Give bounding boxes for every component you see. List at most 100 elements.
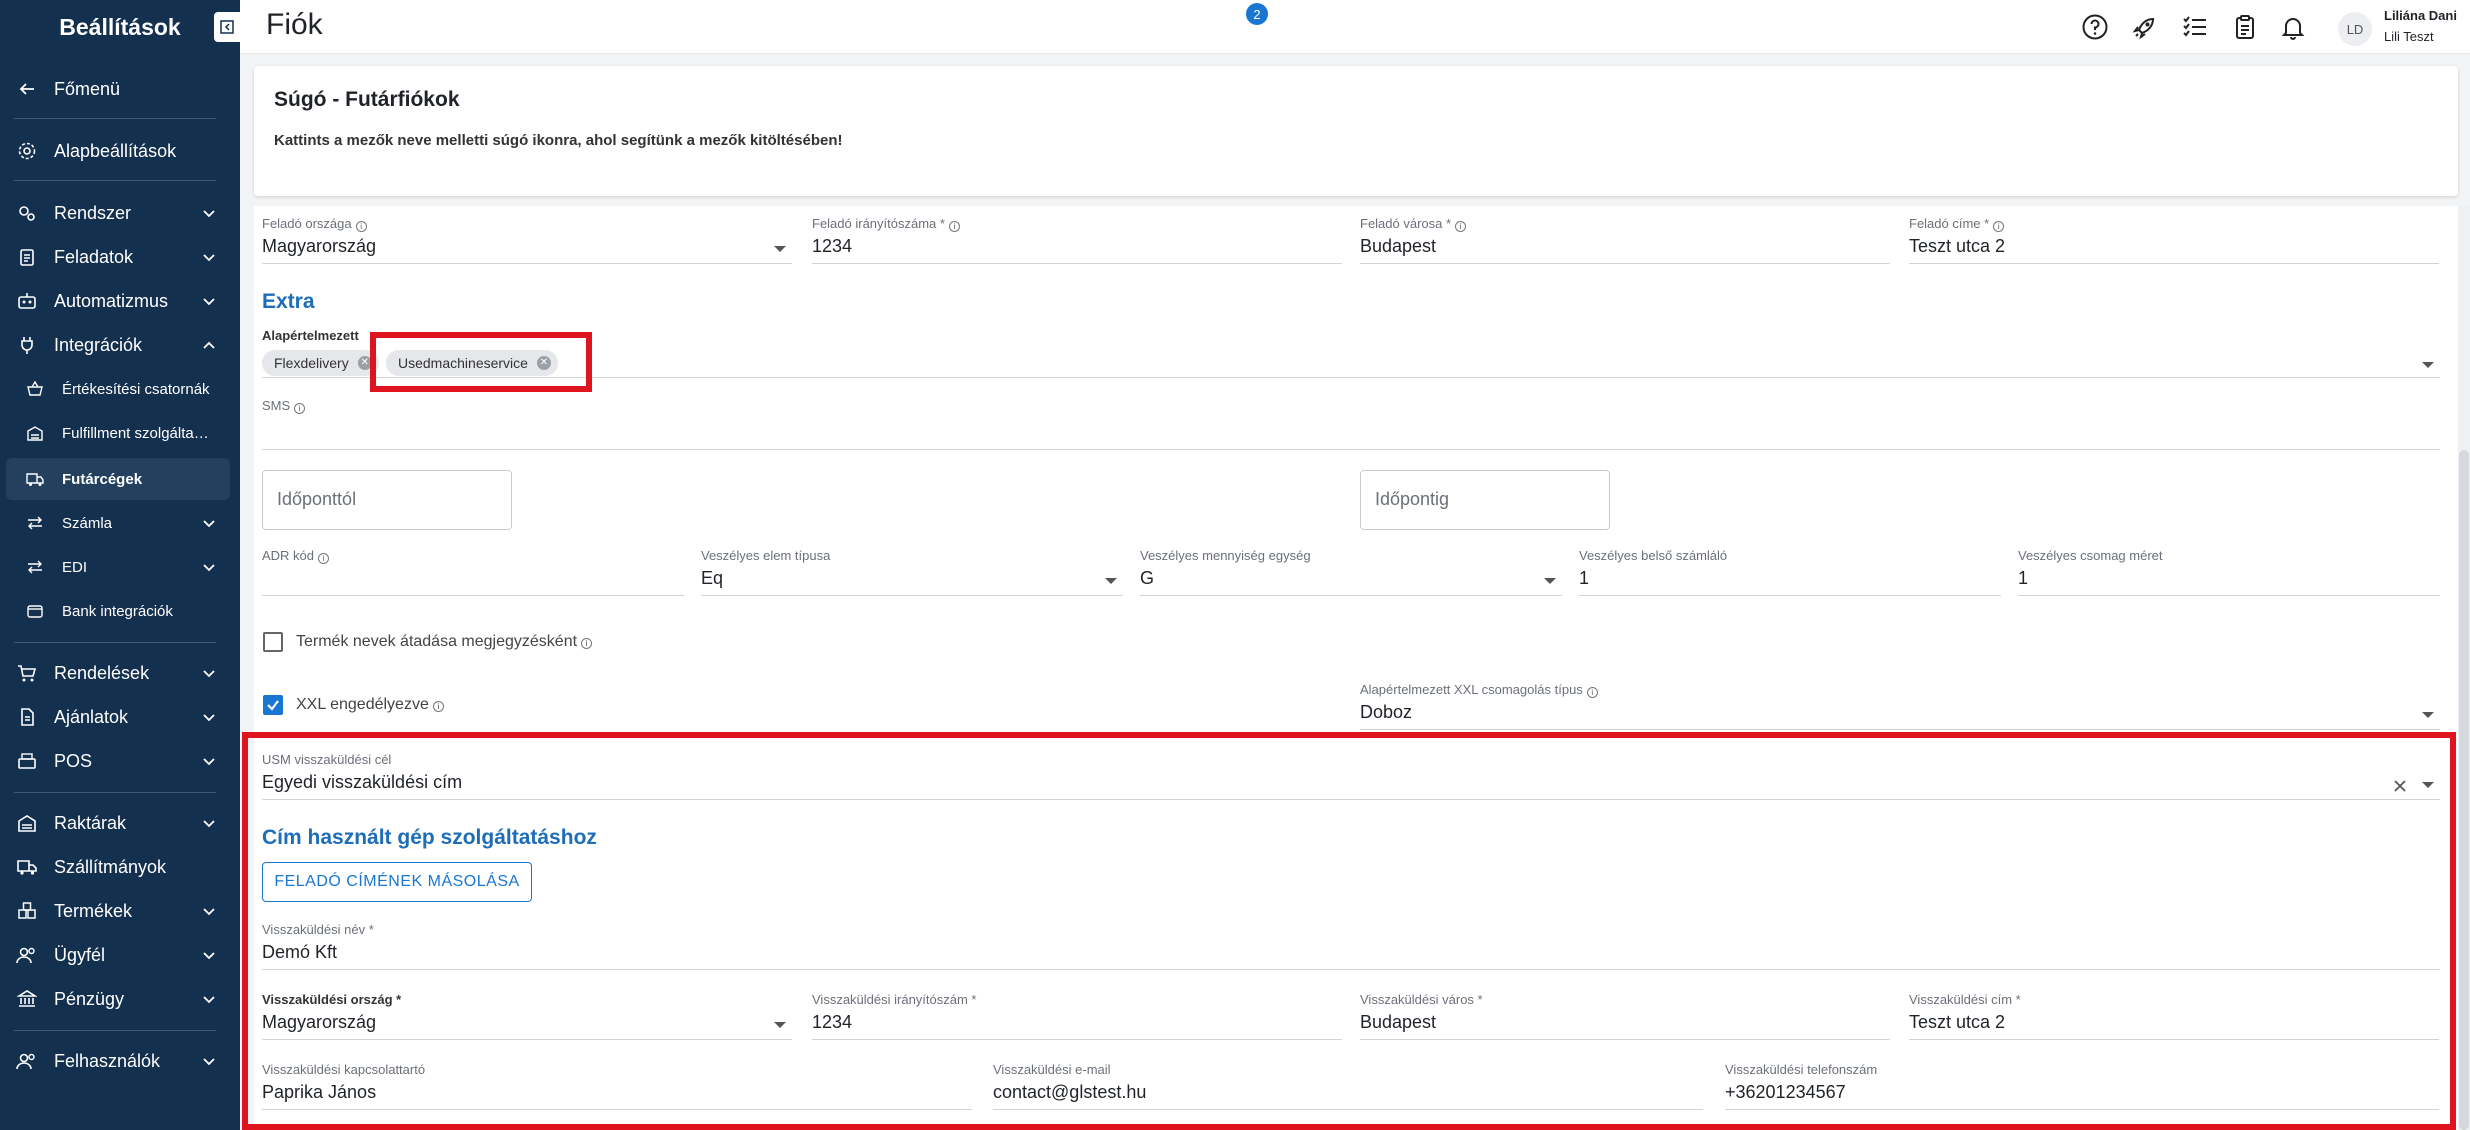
- sidebar-item-tasks[interactable]: Feladatok: [0, 242, 240, 272]
- truck-icon: [16, 856, 38, 878]
- sidebar-item-label: Számla: [62, 514, 113, 532]
- cogs-icon: [16, 202, 38, 224]
- info-icon[interactable]: i: [294, 403, 306, 414]
- dropdown-arrow-icon[interactable]: [2422, 712, 2434, 718]
- user-name: Liliána Dani: [2384, 8, 2457, 23]
- boxes-icon: [16, 900, 38, 922]
- users-icon: [16, 1050, 38, 1072]
- sidebar-item-invoice[interactable]: Számla: [0, 510, 240, 536]
- chevron-up-icon: [203, 341, 215, 349]
- info-icon[interactable]: i: [948, 221, 960, 232]
- help-card: Súgó - Futárfiókok Kattints a mezők neve…: [254, 66, 2458, 196]
- dangerous-size-field[interactable]: Veszélyes csomag méret 1: [2018, 548, 2440, 596]
- sidebar-item-warehouses[interactable]: Raktárak: [0, 808, 240, 838]
- sidebar-item-bank-integrations[interactable]: Bank integrációk: [0, 598, 240, 624]
- adr-code-field[interactable]: ADR kód i: [262, 548, 684, 596]
- sidebar-item-finance[interactable]: Pénzügy: [0, 984, 240, 1014]
- field-value: Eq: [701, 568, 724, 588]
- collapse-sidebar-icon[interactable]: [214, 12, 240, 42]
- sidebar-item-sales-channels[interactable]: Értékesítési csatornák: [0, 376, 240, 402]
- info-icon[interactable]: i: [1455, 221, 1467, 232]
- sidebar-item-automation[interactable]: Automatizmus: [0, 286, 240, 316]
- sidebar-item-offers[interactable]: Ajánlatok: [0, 702, 240, 732]
- dropdown-arrow-icon[interactable]: [774, 246, 786, 252]
- divider: [14, 642, 216, 643]
- time-from-input[interactable]: Időponttól: [262, 470, 512, 530]
- rocket-icon[interactable]: [2130, 12, 2160, 42]
- arrow-left-icon: [16, 78, 38, 100]
- chevron-down-icon: [203, 564, 215, 572]
- dropdown-arrow-icon[interactable]: [1105, 578, 1117, 584]
- sidebar-item-label: Szállítmányok: [54, 856, 167, 877]
- scrollbar-thumb[interactable]: [2459, 450, 2469, 1130]
- robot-icon: [16, 290, 38, 312]
- sidebar-item-label: Rendszer: [54, 202, 132, 223]
- chevron-down-icon: [203, 254, 215, 262]
- highlight-box: [370, 332, 592, 392]
- gear-icon: [16, 140, 38, 162]
- sender-country-select[interactable]: Feladó országa i Magyarország: [262, 216, 792, 264]
- chip-flexdelivery[interactable]: Flexdelivery ✕: [262, 350, 379, 376]
- sidebar-item-users[interactable]: Felhasználók: [0, 1046, 240, 1076]
- info-icon[interactable]: i: [318, 553, 330, 564]
- dangerous-unit-select[interactable]: Veszélyes mennyiség egység G: [1140, 548, 1562, 596]
- checklist-icon[interactable]: [2180, 12, 2210, 42]
- sidebar-title: Beállítások: [59, 13, 181, 40]
- field-label: Feladó városa *: [1360, 216, 1452, 231]
- sidebar-item-label: POS: [54, 750, 93, 771]
- sidebar-item-label: Felhasználók: [54, 1050, 161, 1071]
- sidebar-item-edi[interactable]: EDI: [0, 554, 240, 580]
- sidebar-item-label: Bank integrációk: [62, 602, 173, 620]
- sidebar-item-label: Termékek: [54, 900, 133, 921]
- avatar[interactable]: LD: [2338, 12, 2372, 46]
- xxl-enabled-checkbox[interactable]: [263, 695, 283, 715]
- sender-city-field[interactable]: Feladó városa * i Budapest: [1360, 216, 1890, 264]
- field-label: Feladó országa: [262, 216, 352, 231]
- help-icon[interactable]: [2080, 12, 2110, 42]
- warehouse-icon: [16, 812, 38, 834]
- sidebar-item-shipments[interactable]: Szállítmányok: [0, 852, 240, 882]
- sidebar-item-main-menu[interactable]: Főmenü: [0, 74, 240, 104]
- sidebar-item-integrations[interactable]: Integrációk: [0, 330, 240, 360]
- sender-address-field[interactable]: Feladó címe * i Teszt utca 2: [1909, 216, 2439, 264]
- sidebar-item-orders[interactable]: Rendelések: [0, 658, 240, 688]
- field-label: Feladó címe *: [1909, 216, 1990, 231]
- sidebar-item-pos[interactable]: POS: [0, 746, 240, 776]
- sidebar-item-couriers[interactable]: Futárcégek: [6, 458, 230, 500]
- sender-zip-field[interactable]: Feladó irányítószáma * i 1234: [812, 216, 1342, 264]
- section-title-extra: Extra: [262, 290, 315, 313]
- sidebar-item-label: Feladatok: [54, 246, 134, 267]
- xxl-pack-type-select[interactable]: Alapértelmezett XXL csomagolás típus i Do…: [1360, 682, 2440, 730]
- plug-icon: [16, 334, 38, 356]
- divider: [14, 118, 216, 119]
- sidebar-item-basic-settings[interactable]: Alapbeállítások: [0, 136, 240, 166]
- sidebar-item-customer[interactable]: Ügyfél: [0, 940, 240, 970]
- product-names-checkbox[interactable]: [263, 632, 283, 652]
- sidebar-item-fulfillment[interactable]: Fulfillment szolgáltatók: [0, 420, 240, 446]
- sms-field[interactable]: SMS i: [262, 398, 2440, 450]
- field-label: SMS: [262, 398, 291, 413]
- dropdown-arrow-icon[interactable]: [2422, 362, 2434, 368]
- chevron-down-icon: [203, 996, 215, 1004]
- info-icon[interactable]: i: [581, 638, 593, 649]
- info-icon[interactable]: i: [432, 701, 444, 712]
- field-value: 1234: [812, 236, 853, 256]
- dangerous-counter-field[interactable]: Veszélyes belső számláló 1: [1579, 548, 2001, 596]
- chevron-down-icon: [203, 670, 215, 678]
- info-icon[interactable]: i: [355, 221, 367, 232]
- cart-icon: [16, 662, 38, 684]
- time-to-input[interactable]: Időpontig: [1360, 470, 1610, 530]
- bell-icon[interactable]: [2278, 12, 2308, 42]
- sidebar-item-system[interactable]: Rendszer: [0, 198, 240, 228]
- bank-icon: [16, 988, 38, 1010]
- clipboard-icon: [16, 246, 38, 268]
- top-bar: Fiók 2 LD Liliána Dani Lili Teszt: [240, 0, 2470, 54]
- sidebar-item-products[interactable]: Termékek: [0, 896, 240, 926]
- warehouse-icon: [26, 424, 44, 442]
- info-icon[interactable]: i: [1586, 687, 1598, 698]
- clipboard-icon[interactable]: [2230, 12, 2260, 42]
- dropdown-arrow-icon[interactable]: [1544, 578, 1556, 584]
- field-label: Veszélyes csomag méret: [2018, 548, 2163, 563]
- dangerous-type-select[interactable]: Veszélyes elem típusa Eq: [701, 548, 1123, 596]
- info-icon[interactable]: i: [1993, 221, 2005, 232]
